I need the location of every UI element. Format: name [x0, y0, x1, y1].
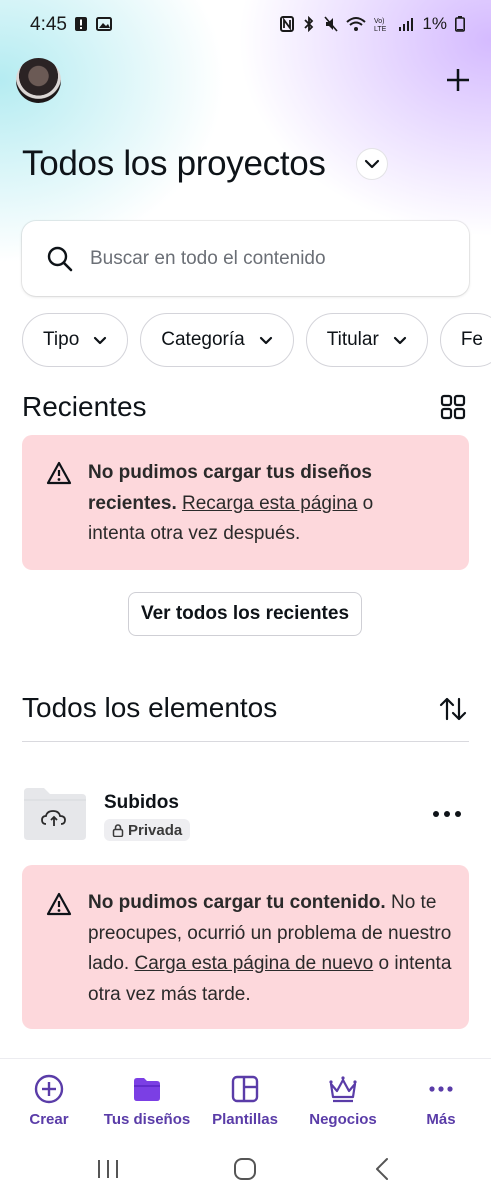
warning-icon [46, 892, 72, 916]
search-icon [47, 246, 73, 271]
recent-error-alert: No pudimos cargar tus diseños recientes.… [22, 435, 469, 570]
crown-icon [329, 1076, 357, 1103]
image-notification-icon [96, 17, 112, 31]
avatar[interactable] [16, 58, 61, 103]
reload-content-link[interactable]: Carga esta página de nuevo [134, 953, 373, 974]
alert-notification-icon [75, 17, 87, 31]
filter-category[interactable]: Categoría [140, 313, 294, 367]
content-error-text: No pudimos cargar tu contenido. No te pr… [88, 888, 458, 1010]
search-input[interactable] [90, 247, 450, 270]
privacy-badge: Privada [104, 819, 191, 841]
mute-icon [324, 16, 339, 32]
svg-text:Vo): Vo) [374, 18, 385, 25]
grid-view-icon[interactable] [440, 394, 466, 420]
title-dropdown-button[interactable] [356, 148, 388, 180]
nav-label: Más [426, 1111, 456, 1128]
recent-error-text: No pudimos cargar tus diseños recientes.… [88, 458, 428, 550]
uploads-folder-icon[interactable] [22, 786, 88, 842]
folder-name[interactable]: Subidos [104, 792, 179, 814]
nav-business[interactable]: Negocios [294, 1073, 392, 1128]
nav-more[interactable]: Más [392, 1073, 490, 1128]
more-dots-icon [429, 1086, 453, 1092]
nav-templates[interactable]: Plantillas [196, 1073, 294, 1128]
more-dot [433, 811, 439, 817]
filter-type[interactable]: Tipo [22, 313, 129, 367]
filter-label: Tipo [43, 329, 80, 350]
folder-icon [134, 1078, 160, 1101]
filter-chips: Tipo Categoría Titular Fe [22, 313, 491, 367]
recent-section-title: Recientes [22, 391, 147, 422]
status-left-icons [74, 16, 112, 32]
signal-icon [399, 18, 414, 31]
system-navigation-bar [0, 1144, 491, 1200]
recent-apps-icon[interactable] [96, 1158, 120, 1180]
battery-percent: 1% [422, 14, 447, 33]
content-error-alert: No pudimos cargar tu contenido. No te pr… [22, 865, 469, 1029]
bluetooth-icon [304, 16, 314, 32]
content-error-bold: No pudimos cargar tu contenido. [88, 892, 386, 913]
wifi-icon [346, 17, 367, 31]
plus-circle-icon [34, 1074, 64, 1104]
bottom-navigation: Crear Tus diseños Plantillas Negocios Má… [0, 1058, 491, 1144]
nav-label: Crear [29, 1111, 69, 1128]
nav-your-designs[interactable]: Tus diseños [98, 1073, 196, 1128]
search-box[interactable] [22, 221, 469, 296]
warning-icon [46, 461, 72, 485]
lock-icon [112, 823, 124, 837]
filter-label: Fe [460, 329, 483, 350]
filter-label: Categoría [161, 329, 245, 350]
folder-more-options-button[interactable] [430, 802, 464, 826]
reload-page-link[interactable]: Recarga esta página [182, 493, 357, 514]
volte-icon: Vo)LTE [374, 18, 387, 32]
chevron-down-icon [364, 159, 380, 169]
filter-owner[interactable]: Titular [305, 313, 428, 367]
battery-icon [455, 16, 465, 32]
filter-date[interactable]: Fe [439, 313, 491, 367]
nfc-icon [280, 16, 295, 32]
chevron-down-icon [259, 336, 272, 344]
svg-text:LTE: LTE [374, 26, 387, 32]
nav-label: Tus diseños [103, 1111, 191, 1128]
sort-icon[interactable] [438, 694, 468, 724]
chevron-down-icon [393, 336, 406, 344]
add-icon[interactable] [442, 64, 474, 96]
templates-icon [231, 1075, 259, 1103]
nav-create[interactable]: Crear [0, 1073, 98, 1128]
filter-label: Titular [326, 329, 379, 350]
page-title: Todos los proyectos [22, 144, 326, 183]
view-all-recent-button[interactable]: Ver todos los recientes [128, 592, 362, 636]
more-dot [444, 811, 450, 817]
chevron-down-icon [94, 336, 107, 344]
nav-label: Negocios [309, 1111, 377, 1128]
status-bar: 4:45 Vo) LTE 1% [0, 0, 491, 52]
all-items-section-title: Todos los elementos [22, 692, 278, 723]
status-time: 4:45 [30, 14, 67, 35]
section-divider [22, 741, 469, 742]
nav-label: Plantillas [212, 1111, 278, 1128]
more-dot [455, 811, 461, 817]
status-right-icons: Vo) LTE 1% [280, 14, 465, 34]
home-icon[interactable] [233, 1157, 257, 1181]
privacy-label: Privada [128, 821, 183, 839]
back-icon[interactable] [374, 1157, 390, 1181]
